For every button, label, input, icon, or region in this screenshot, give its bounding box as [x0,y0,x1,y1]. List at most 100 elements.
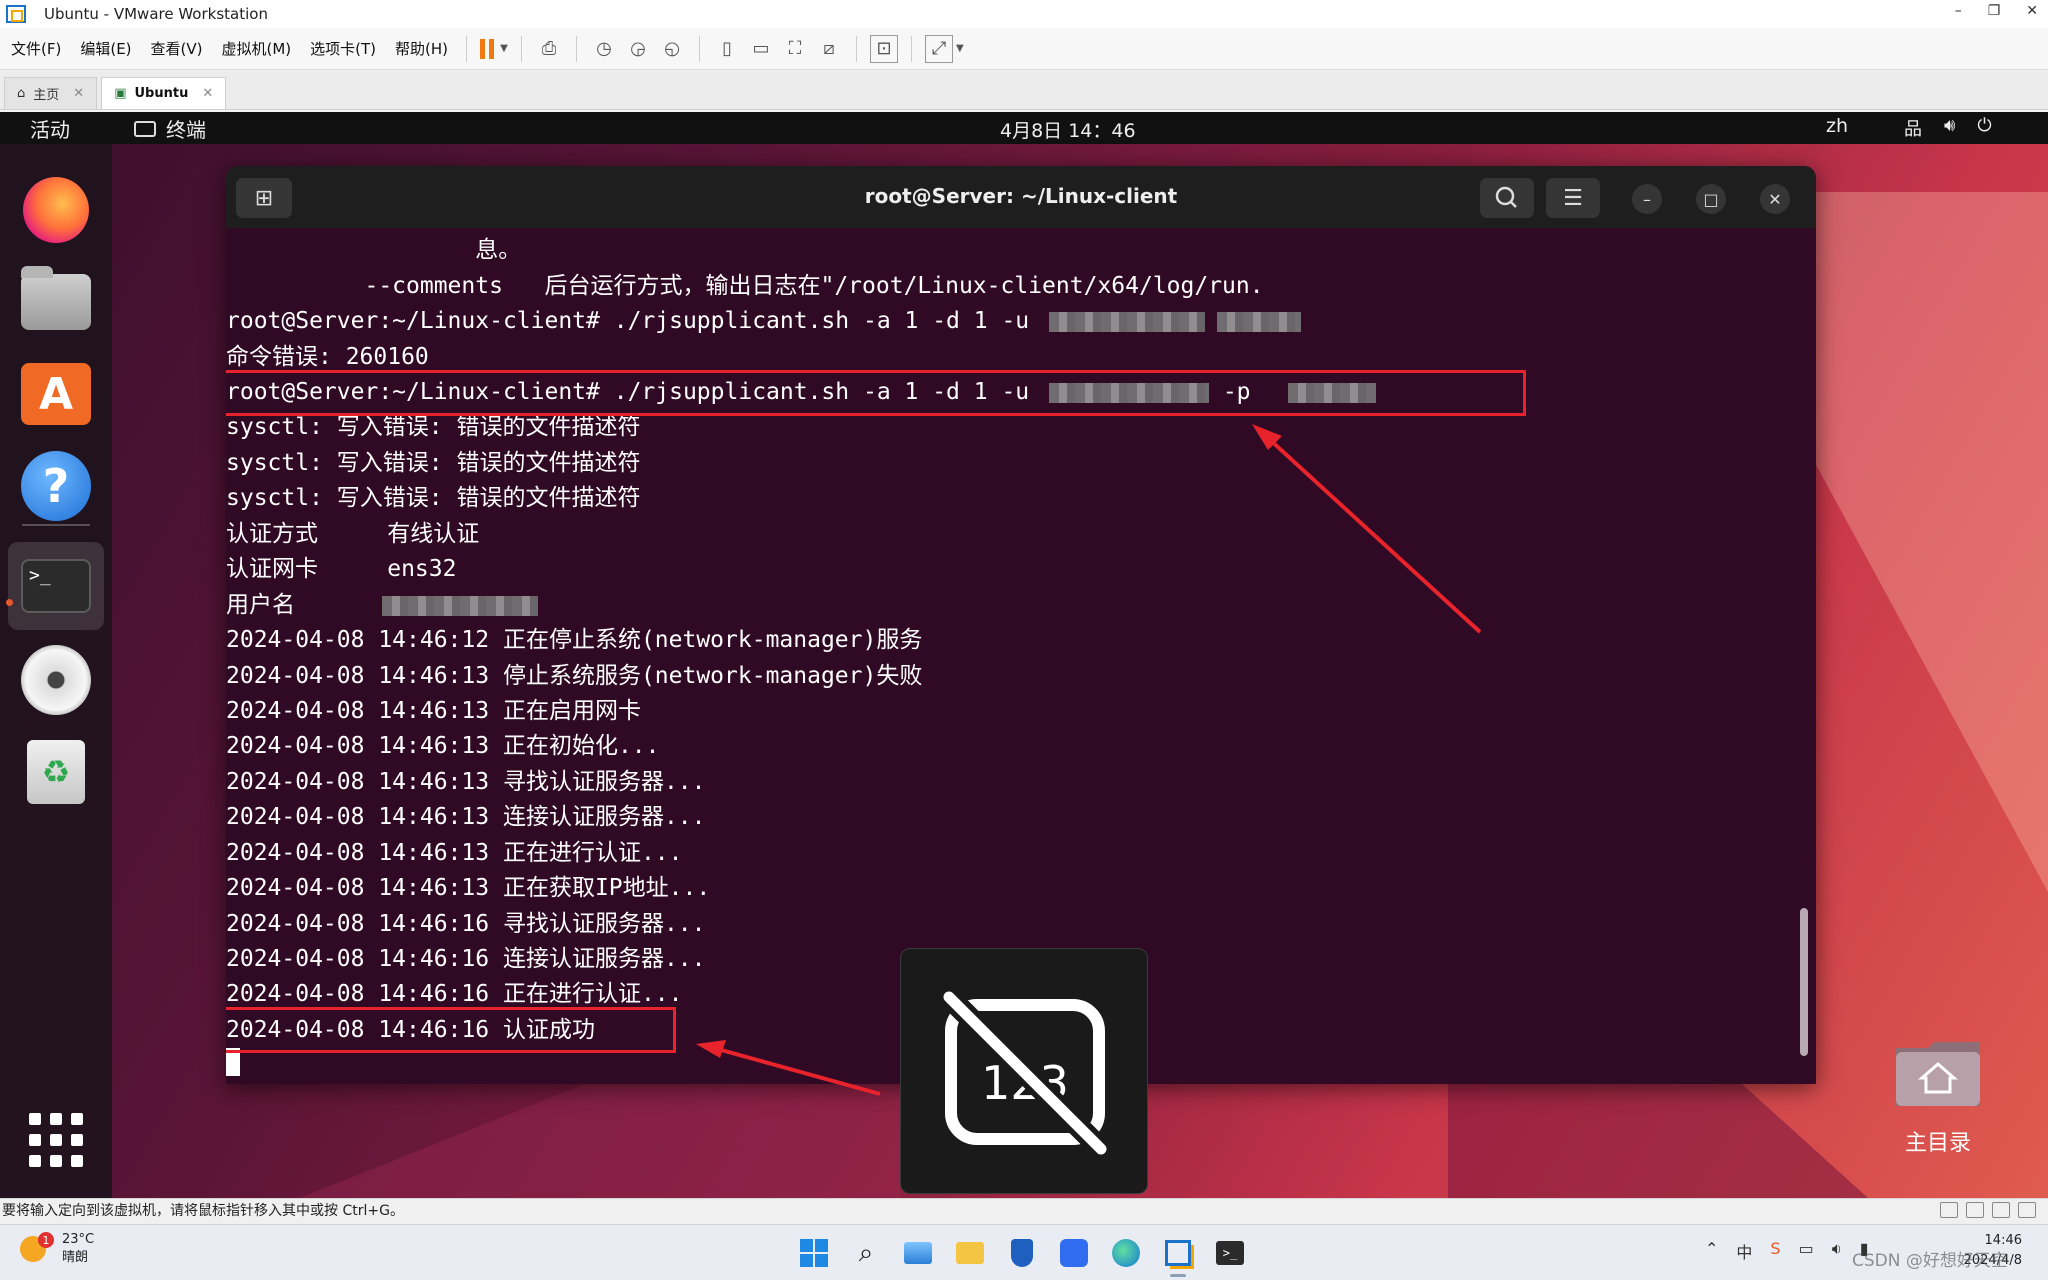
menu-vm[interactable]: 虚拟机(M) [214,38,300,59]
dvd-icon [21,645,91,715]
power-icon: ⏻ [1977,115,1992,136]
taskbar-edge[interactable] [1108,1235,1144,1271]
weather-sun-icon: 1 [20,1232,54,1262]
unity-icon[interactable]: ⧄ [815,35,843,63]
send-keys-icon[interactable]: ⎙ [535,35,563,63]
terminal-close-button[interactable]: ✕ [1760,184,1790,214]
terminal-line: --comments 后台运行方式，输出日志在"/root/Linux-clie… [226,273,1264,299]
system-tray-icons[interactable]: ⌃ 中 S ▭ 🔉︎ ▮ [1705,1239,1869,1263]
tab-ubuntu[interactable]: ▣ Ubuntu ✕ [101,77,227,109]
minimize-button[interactable]: – [1955,3,1962,19]
redacted-username [382,595,539,616]
menu-edit[interactable]: 编辑(E) [72,38,139,59]
input-language[interactable]: zh [1826,115,1848,137]
terminal-icon: >_ [21,559,91,613]
terminal-icon: >_ [1216,1241,1244,1265]
volume-icon[interactable]: 🔉︎ [1832,1239,1842,1263]
terminal-window[interactable]: ⊞ root@Server: ~/Linux-client ☰ – □ ✕ 息。… [226,166,1816,1084]
menu-help[interactable]: 帮助(H) [387,38,456,59]
files-icon [21,266,91,330]
vmware-icon [1165,1240,1191,1266]
terminal-maximize-button[interactable]: □ [1696,184,1726,214]
terminal-line: sysctl: 写入错误: 错误的文件描述符 [226,485,641,511]
folder-icon [956,1242,984,1264]
terminal-scrollbar[interactable] [1800,908,1808,1056]
activities-button[interactable]: 活动 [30,114,70,143]
vmware-tabbar: ⌂ 主页 ✕ ▣ Ubuntu ✕ [0,70,2048,110]
console-view-icon[interactable]: ⊡ [870,34,899,63]
taskbar-file-explorer[interactable] [952,1235,988,1271]
redacted-password [1216,311,1301,332]
ime-indicator[interactable]: 中 [1736,1239,1752,1263]
revert-snapshot-icon[interactable]: ◶ [624,35,652,63]
dock-files[interactable] [20,266,92,338]
home-folder-icon[interactable] [1892,1038,1984,1110]
snapshot-manager-icon[interactable]: ◵ [658,35,686,63]
volume-icon: 🔊︎ [1944,115,1956,136]
cdrom-icon[interactable] [1966,1202,1984,1218]
gnome-top-bar: 活动 终端 4月8日 14：46 zh 品 🔊︎ ⏻ [0,112,2048,144]
full-screen-icon[interactable]: ⛶ [781,35,809,63]
stretch-guest-icon[interactable]: ⤢ [925,34,954,63]
taskbar-app-blue[interactable] [1056,1235,1092,1271]
network-icon[interactable]: ▭ [1799,1239,1814,1263]
taskbar-terminal[interactable]: >_ [1212,1235,1248,1271]
taskbar-search[interactable]: ⌕ [848,1235,884,1271]
search-button[interactable] [1480,178,1534,218]
dock-dvd[interactable] [20,644,92,716]
gnome-clock[interactable]: 4月8日 14：46 [1000,116,1136,143]
app-grid-icon [29,1113,83,1167]
highlight-box-command [226,370,1526,416]
taskbar-defender[interactable] [1004,1235,1040,1271]
weather-temp: 23°C [62,1232,95,1247]
menu-file[interactable]: 文件(F) [3,38,69,59]
windows-logo-icon [800,1239,828,1267]
app-menu[interactable]: 终端 [134,114,206,143]
sogou-icon[interactable]: S [1770,1239,1780,1263]
weather-widget[interactable]: 1 23°C 晴朗 [20,1231,94,1267]
taskbar-vmware[interactable] [1160,1235,1196,1277]
tab-ubuntu-label: Ubuntu [134,86,189,101]
dock-trash[interactable]: ♻ [20,736,92,808]
menu-view[interactable]: 查看(V) [143,38,211,59]
home-folder-label[interactable]: 主目录 [1860,1125,2016,1157]
terminal-icon [134,120,156,137]
network-adapter-icon[interactable] [1992,1202,2010,1218]
numlock-off-icon: 123 [941,989,1109,1157]
highlight-box-success [226,1007,676,1053]
show-apps-button[interactable] [20,1104,92,1176]
minimize-icon: – [1643,189,1651,209]
dock-firefox[interactable] [20,174,92,246]
vmware-menubar: 文件(F) 编辑(E) 查看(V) 虚拟机(M) 选项卡(T) 帮助(H) ▼ … [0,28,2048,70]
chevron-up-icon[interactable]: ⌃ [1705,1239,1718,1263]
maximize-icon: □ [1703,189,1719,209]
start-button[interactable] [796,1235,832,1271]
taskbar-widgets[interactable] [900,1235,936,1271]
snapshot-icon[interactable]: ◷ [590,35,618,63]
library-icon[interactable]: ▯ [713,35,741,63]
terminal-line: 息。 [226,237,522,263]
guest-desktop[interactable]: 活动 终端 4月8日 14：46 zh 品 🔊︎ ⏻ A ? >_ ♻ ⊞ ro… [0,112,2048,1198]
terminal-line: 2024-04-08 14:46:13 停止系统服务(network-manag… [226,663,923,689]
dock-terminal[interactable]: >_ [8,542,104,630]
hdd-icon[interactable] [1940,1202,1958,1218]
close-icon[interactable]: ✕ [73,86,84,101]
device-status-icons[interactable] [1940,1202,2036,1218]
terminal-line: sysctl: 写入错误: 错误的文件描述符 [226,450,641,476]
stretch-dropdown-icon[interactable]: ▼ [956,43,964,54]
system-tray[interactable]: 品 🔊︎ ⏻ [1904,115,1992,141]
weather-desc: 晴朗 [62,1250,89,1265]
pause-icon[interactable]: ▼ [480,35,508,63]
menu-tabs[interactable]: 选项卡(T) [302,38,384,59]
terminal-minimize-button[interactable]: – [1632,184,1662,214]
message-icon[interactable] [2018,1202,2036,1218]
tab-home[interactable]: ⌂ 主页 ✕ [4,77,98,109]
thumbnail-bar-icon[interactable]: ▭ [747,35,775,63]
close-icon[interactable]: ✕ [202,86,213,101]
dock-software[interactable]: A [20,358,92,430]
close-button[interactable]: ✕ [2026,3,2038,19]
hamburger-menu-button[interactable]: ☰ [1546,178,1600,218]
toolbar-separator [521,35,523,62]
restore-button[interactable]: ❐ [1988,3,2001,19]
dock-help[interactable]: ? [20,450,92,522]
